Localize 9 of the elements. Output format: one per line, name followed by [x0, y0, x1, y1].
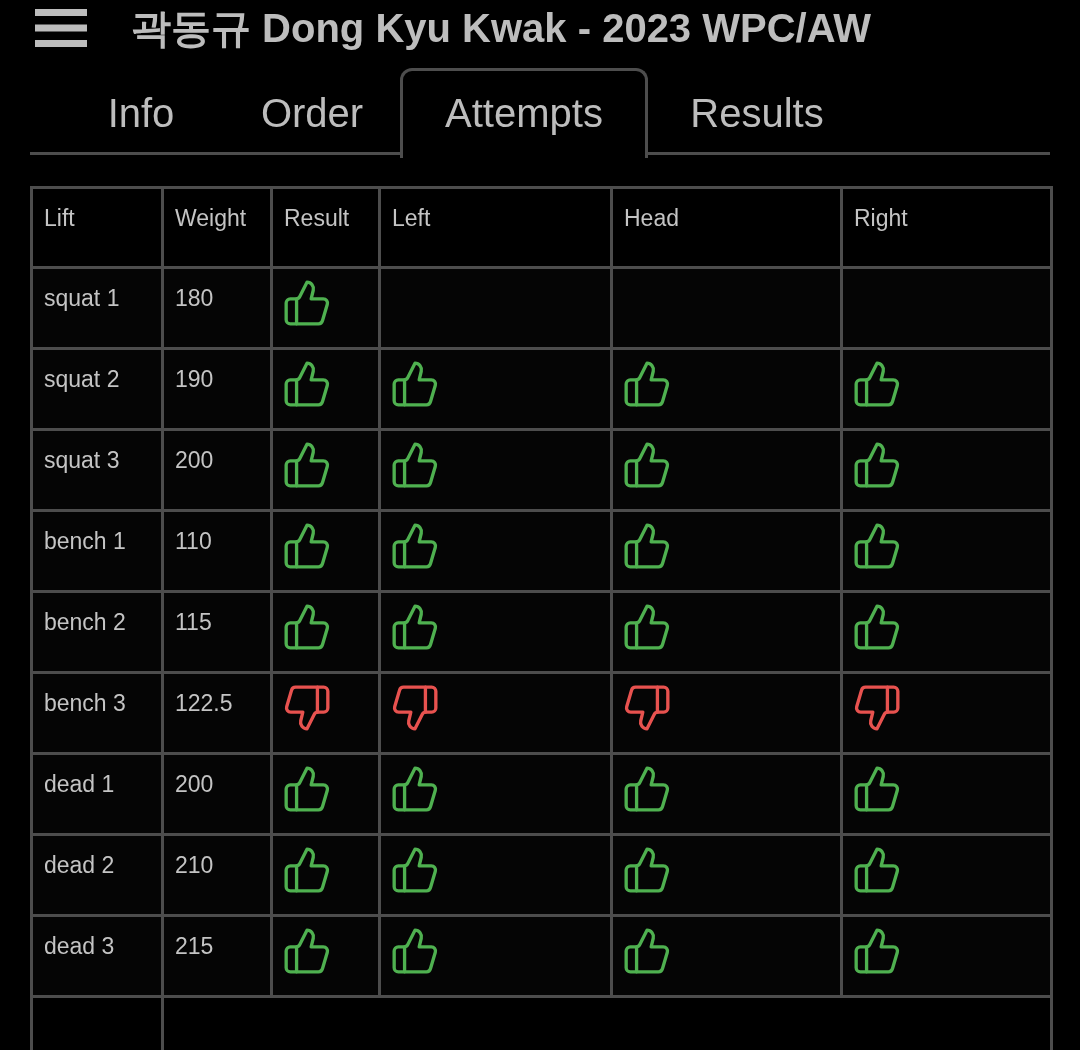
page-title: 곽동규 Dong Kyu Kwak - 2023 WPC/AW — [131, 8, 872, 48]
menu-icon[interactable] — [35, 9, 87, 47]
table-cell: 215 — [162, 915, 272, 997]
tab[interactable]: Attempts — [400, 68, 648, 158]
tab[interactable]: Info — [58, 68, 224, 158]
tab[interactable]: Order — [224, 68, 400, 158]
table-cell: dead 3 — [31, 915, 163, 997]
tab[interactable]: Results — [648, 68, 866, 158]
column-header: Lift — [31, 187, 163, 268]
